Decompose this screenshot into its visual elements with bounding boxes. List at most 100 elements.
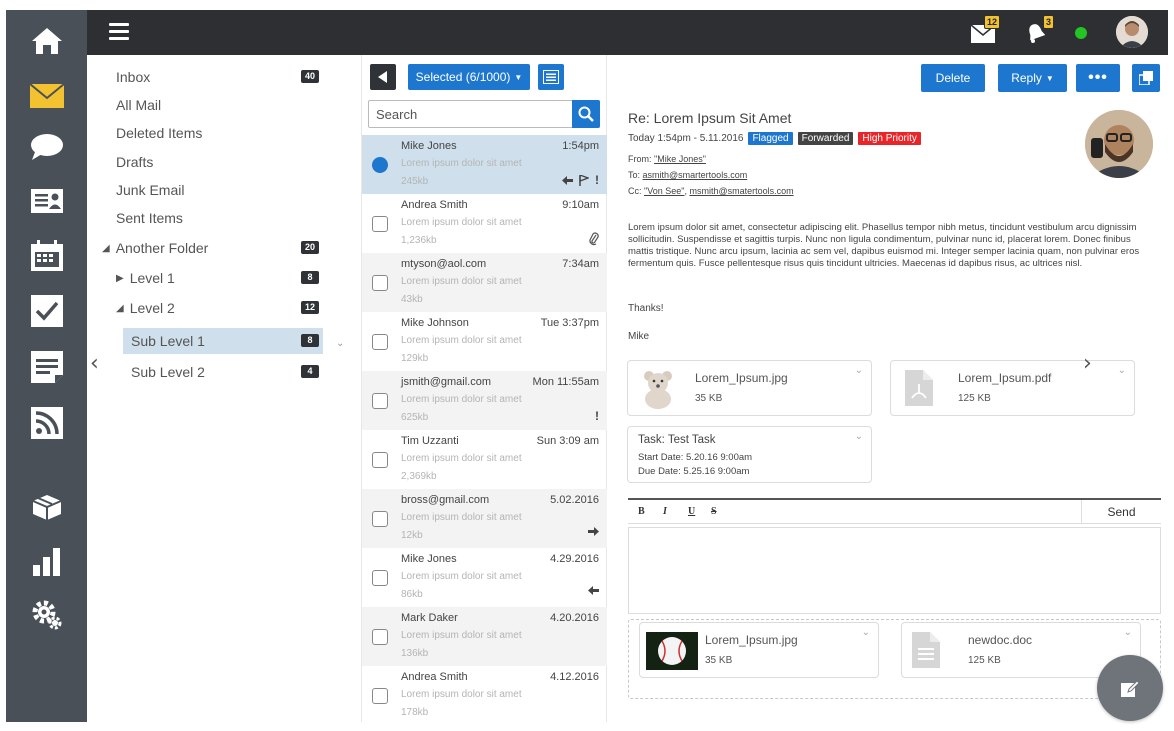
chevron-down-icon[interactable]: ⌄ xyxy=(855,431,863,442)
attachment-drop-zone[interactable]: Lorem_Ipsum.jpg 35 KB ⌄ newdoc.doc 125 K… xyxy=(628,619,1161,699)
row-checkbox[interactable] xyxy=(372,334,388,350)
reading-pane: Delete Reply ▼ ••• Re: Lorem Ipsum Sit A… xyxy=(607,55,1168,722)
search-button[interactable] xyxy=(572,100,600,128)
sender-avatar xyxy=(1085,110,1153,178)
message-time: 4.29.2016 xyxy=(550,553,599,565)
folder-level-2[interactable]: ◢ Level 2 12 xyxy=(116,295,319,321)
tasks-icon[interactable] xyxy=(6,288,87,334)
alerts-button[interactable]: 3 xyxy=(1022,15,1054,46)
folder-sent-items[interactable]: Sent Items xyxy=(116,205,319,231)
reply-dropdown-button[interactable]: Reply ▼ xyxy=(998,64,1067,92)
collapse-triangle-icon[interactable]: ◢ xyxy=(102,243,110,254)
folder-label: Sent Items xyxy=(116,210,183,226)
folder-inbox[interactable]: Inbox 40 xyxy=(116,64,319,90)
reply-text-area[interactable] xyxy=(628,527,1161,614)
folder-sub-level-2[interactable]: Sub Level 2 4 xyxy=(131,359,319,385)
chevron-down-icon[interactable]: ⌄ xyxy=(1118,365,1126,376)
message-row[interactable]: Tim Uzzanti Sun 3:09 am Lorem ipsum dolo… xyxy=(362,430,607,489)
calendar-icon[interactable] xyxy=(6,233,87,279)
row-checkbox[interactable] xyxy=(372,511,388,527)
row-checkbox[interactable] xyxy=(372,393,388,409)
row-checkbox[interactable] xyxy=(372,216,388,232)
row-checkbox[interactable] xyxy=(372,570,388,586)
row-checkbox[interactable] xyxy=(372,275,388,291)
send-button[interactable]: Send xyxy=(1081,500,1161,524)
message-size: 43kb xyxy=(401,294,423,305)
attachment-card[interactable]: Lorem_Ipsum.jpg 35 KB ⌄ xyxy=(627,360,872,416)
paperclip-icon xyxy=(589,232,599,246)
message-row[interactable]: Andrea Smith 9:10am Lorem ipsum dolor si… xyxy=(362,194,607,253)
message-row[interactable]: Mike Johnson Tue 3:37pm Lorem ipsum dolo… xyxy=(362,312,607,371)
message-row[interactable]: bross@gmail.com 5.02.2016 Lorem ipsum do… xyxy=(362,489,607,548)
cc-address-link[interactable]: "Von See" xyxy=(644,186,684,196)
to-address-link[interactable]: asmith@smartertools.com xyxy=(643,170,748,180)
search-input[interactable] xyxy=(369,101,569,127)
contacts-icon[interactable] xyxy=(6,178,87,224)
notes-icon[interactable] xyxy=(6,344,87,390)
underline-button[interactable]: U xyxy=(688,506,695,517)
expand-triangle-icon[interactable]: ▶ xyxy=(116,273,124,284)
box-icon[interactable] xyxy=(6,484,87,530)
reports-icon[interactable] xyxy=(6,538,87,584)
selected-count-label: Selected (6/1000) xyxy=(415,70,511,84)
collapse-triangle-icon[interactable]: ◢ xyxy=(116,303,124,314)
folder-sub-level-1[interactable]: Sub Level 1 8 xyxy=(123,328,323,354)
delete-button[interactable]: Delete xyxy=(921,64,985,92)
folder-another-folder[interactable]: ◢ Another Folder 20 xyxy=(102,235,319,261)
task-card[interactable]: Task: Test Task Start Date: 5.20.16 9:00… xyxy=(627,426,872,483)
message-signature: Mike xyxy=(628,331,650,342)
settings-icon[interactable] xyxy=(6,592,87,638)
user-avatar[interactable] xyxy=(1116,16,1148,48)
folder-deleted-items[interactable]: Deleted Items xyxy=(116,120,319,146)
selected-dropdown-button[interactable]: Selected (6/1000) ▼ xyxy=(408,64,530,90)
folder-label: Level 1 xyxy=(129,270,175,286)
message-row[interactable]: Mark Daker 4.20.2016 Lorem ipsum dolor s… xyxy=(362,607,607,666)
message-row[interactable]: Mike Jones 1:54pm Lorem ipsum dolor sit … xyxy=(362,135,607,194)
hamburger-menu-icon[interactable] xyxy=(109,23,129,41)
message-preview: Lorem ipsum dolor sit amet xyxy=(401,335,522,346)
home-icon[interactable] xyxy=(6,18,87,64)
folder-level-1[interactable]: ▶ Level 1 8 xyxy=(116,265,319,291)
chevron-down-icon[interactable]: ⌄ xyxy=(862,627,870,638)
from-address-link[interactable]: "Mike Jones" xyxy=(654,154,706,164)
folder-all-mail[interactable]: All Mail xyxy=(116,92,319,118)
message-row[interactable]: mtyson@aol.com 7:34am Lorem ipsum dolor … xyxy=(362,253,607,312)
back-button[interactable] xyxy=(370,64,396,90)
attachment-card[interactable]: Lorem_Ipsum.jpg 35 KB ⌄ xyxy=(639,622,879,678)
row-checkbox[interactable] xyxy=(372,629,388,645)
caret-down-icon: ▼ xyxy=(1045,73,1054,83)
more-options-button[interactable]: ••• xyxy=(1076,64,1120,92)
reply-icon xyxy=(562,175,573,185)
forwarded-tag: Forwarded xyxy=(797,132,854,145)
message-row[interactable]: Andrea Smith 4.12.2016 Lorem ipsum dolor… xyxy=(362,666,607,725)
baseball-thumbnail xyxy=(646,632,698,670)
rss-icon[interactable] xyxy=(6,400,87,446)
bold-button[interactable]: B xyxy=(638,506,645,517)
chat-icon[interactable] xyxy=(6,124,87,170)
chevron-down-icon[interactable]: ⌄ xyxy=(336,338,344,349)
next-attachment-arrow-icon[interactable]: › xyxy=(1083,351,1092,376)
mail-notifications-button[interactable]: 12 xyxy=(968,15,1000,46)
chevron-down-icon[interactable]: ⌄ xyxy=(855,365,863,376)
compose-button[interactable] xyxy=(1097,655,1163,721)
list-view-button[interactable] xyxy=(538,64,564,90)
strikethrough-button[interactable]: S xyxy=(711,506,717,517)
collapse-pane-arrow-icon[interactable]: ‹ xyxy=(90,351,99,376)
cc-address-link[interactable]: msmith@smatertools.com xyxy=(689,186,793,196)
row-checkbox[interactable] xyxy=(372,452,388,468)
message-row[interactable]: jsmith@gmail.com Mon 11:55am Lorem ipsum… xyxy=(362,371,607,430)
folder-junk-email[interactable]: Junk Email xyxy=(116,177,319,203)
mail-count-badge: 12 xyxy=(983,15,1000,29)
folder-drafts[interactable]: Drafts xyxy=(116,149,319,175)
compose-icon xyxy=(1121,680,1140,697)
italic-button[interactable]: I xyxy=(663,506,667,517)
row-checkbox[interactable] xyxy=(372,688,388,704)
attachment-card[interactable]: Lorem_Ipsum.pdf 125 KB ⌄ xyxy=(890,360,1135,416)
ellipsis-icon: ••• xyxy=(1088,69,1108,86)
row-checkbox[interactable] xyxy=(372,157,388,173)
popout-button[interactable] xyxy=(1132,64,1160,92)
high-priority-icon: ! xyxy=(595,409,599,423)
mail-icon[interactable] xyxy=(6,73,87,119)
message-row[interactable]: Mike Jones 4.29.2016 Lorem ipsum dolor s… xyxy=(362,548,607,607)
chevron-down-icon[interactable]: ⌄ xyxy=(1124,627,1132,638)
